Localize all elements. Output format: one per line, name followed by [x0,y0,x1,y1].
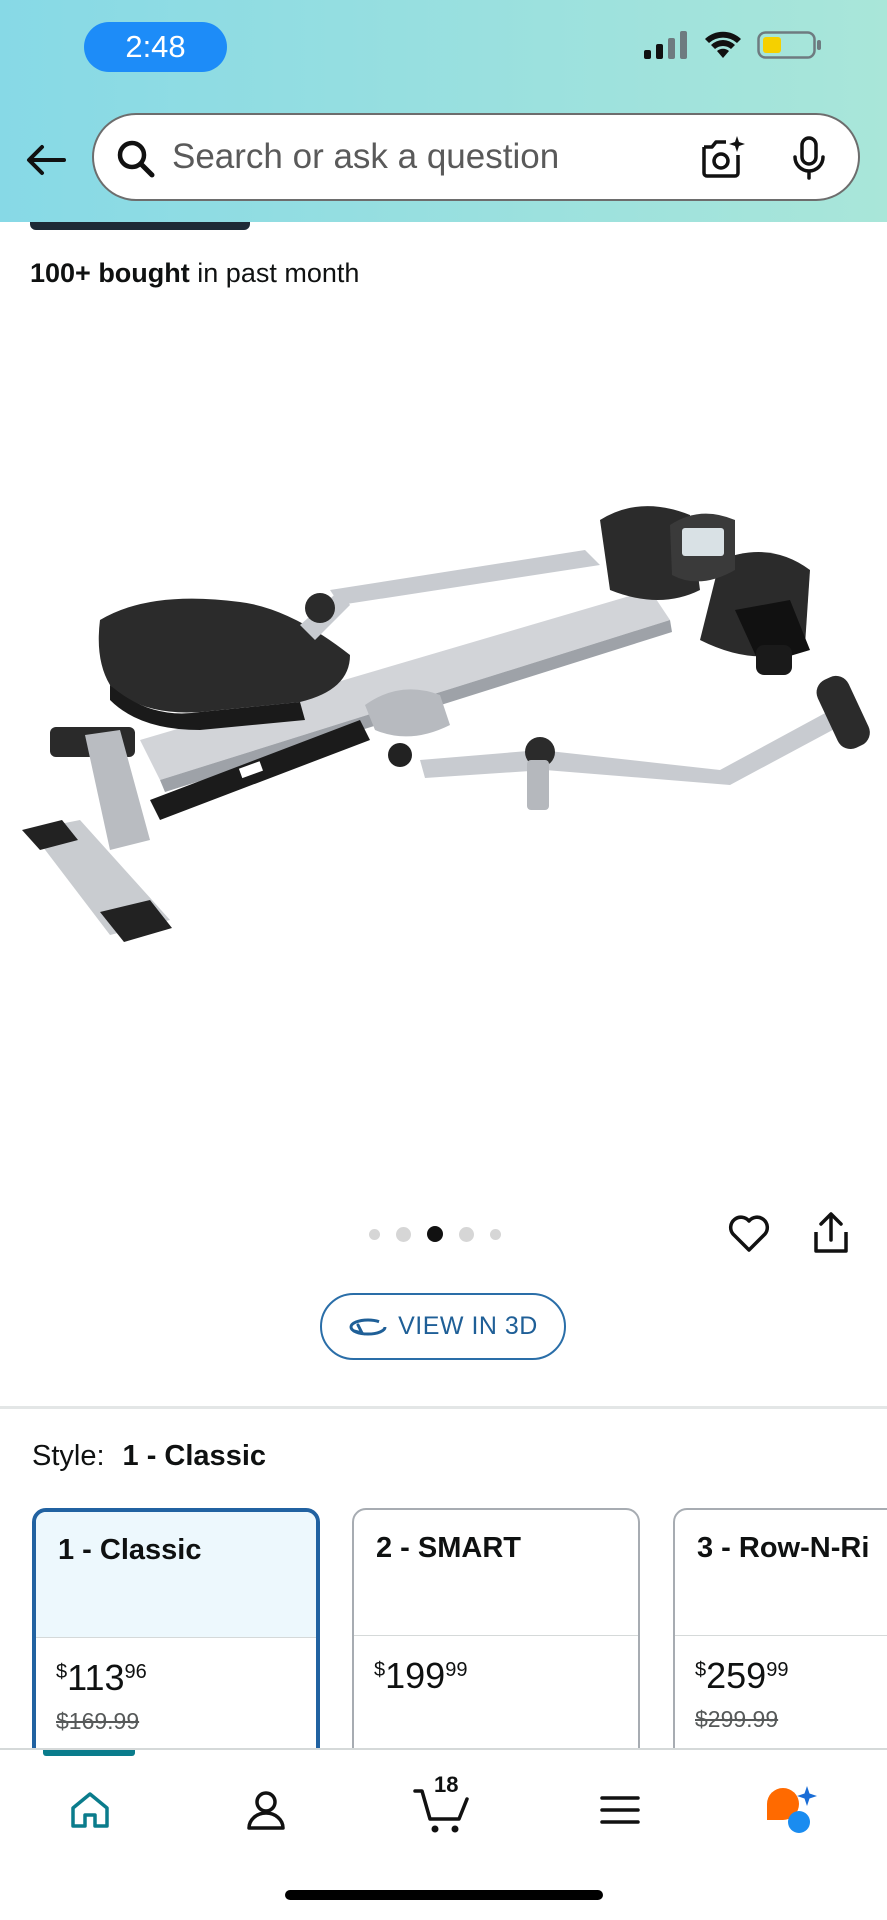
style-option-price: $19999 [354,1636,638,1694]
home-icon [71,1792,109,1828]
back-arrow-icon [27,145,66,175]
bought-suffix: in past month [189,258,360,288]
microphone-icon[interactable] [784,133,834,183]
style-option-row-n-ride[interactable]: 3 - Row-N-Ri $25999 $299.99 [673,1508,887,1748]
heart-icon [728,1215,770,1252]
signal-icon [644,31,687,59]
share-icon [814,1212,848,1253]
image-carousel-indicator [369,1226,501,1242]
nav-home[interactable] [60,1780,120,1840]
price-whole: 199 [385,1655,446,1696]
share-button[interactable] [808,1210,854,1261]
style-option-list-price: $299.99 [695,1706,779,1732]
style-option-price: $11396 [36,1638,316,1696]
product-image[interactable] [0,480,887,980]
currency-symbol: $ [695,1659,707,1681]
status-time: 2:48 [84,22,227,72]
section-divider [0,1406,887,1409]
carousel-dot[interactable] [459,1226,474,1242]
battery-icon [757,31,821,59]
sticky-bar-remnant [30,222,250,230]
carousel-dot[interactable] [396,1226,411,1242]
style-option-smart[interactable]: 2 - SMART $19999 [352,1508,640,1748]
nav-menu[interactable] [590,1780,650,1840]
price-fraction: 99 [445,1659,468,1681]
style-option-classic[interactable]: 1 - Classic $11396 $169.99 [32,1508,320,1748]
style-option-name: 1 - Classic [36,1512,316,1638]
carousel-dot-active[interactable] [427,1226,443,1242]
rotate-3d-icon [349,1318,387,1335]
price-fraction: 99 [766,1659,789,1681]
style-option-list-price: $169.99 [56,1708,140,1734]
home-indicator [285,1890,603,1900]
nav-rufus[interactable] [762,1780,822,1840]
view-in-3d-button[interactable]: VIEW IN 3D [320,1293,566,1360]
app-header: 2:48 Search or ask a question [0,0,887,222]
view-in-3d-label: VIEW IN 3D [398,1312,538,1340]
back-button[interactable] [22,136,70,184]
camera-search-icon[interactable] [698,133,748,183]
rufus-icon [767,1786,817,1833]
currency-symbol: $ [56,1661,68,1683]
price-fraction: 96 [124,1661,147,1683]
cart-count-badge: 18 [434,1772,459,1797]
search-bar[interactable]: Search or ask a question [92,113,860,201]
style-selector-header: Style: 1 - Classic [32,1440,266,1473]
nav-account[interactable] [236,1780,296,1840]
menu-icon [600,1796,640,1824]
add-to-list-button[interactable] [726,1210,772,1261]
bought-in-past-month: 100+ bought in past month [30,258,359,289]
currency-symbol: $ [374,1659,386,1681]
style-selected-value: 1 - Classic [122,1440,267,1472]
bought-count: 100+ bought [30,258,190,288]
style-options: 1 - Classic $11396 $169.99 2 - SMART $19… [32,1508,887,1748]
style-option-name: 2 - SMART [354,1510,638,1636]
style-option-price: $25999 [675,1636,887,1694]
carousel-dot[interactable] [369,1228,380,1240]
price-whole: 113 [67,1657,125,1698]
nav-active-indicator [43,1750,135,1756]
price-whole: 259 [706,1655,767,1696]
style-label: Style: [32,1440,105,1472]
status-icons [643,30,823,60]
wifi-icon [705,31,741,58]
search-input[interactable]: Search or ask a question [172,137,559,177]
carousel-dot[interactable] [490,1228,501,1240]
search-icon [117,140,155,178]
account-icon [247,1791,285,1830]
style-option-name: 3 - Row-N-Ri [675,1510,887,1636]
